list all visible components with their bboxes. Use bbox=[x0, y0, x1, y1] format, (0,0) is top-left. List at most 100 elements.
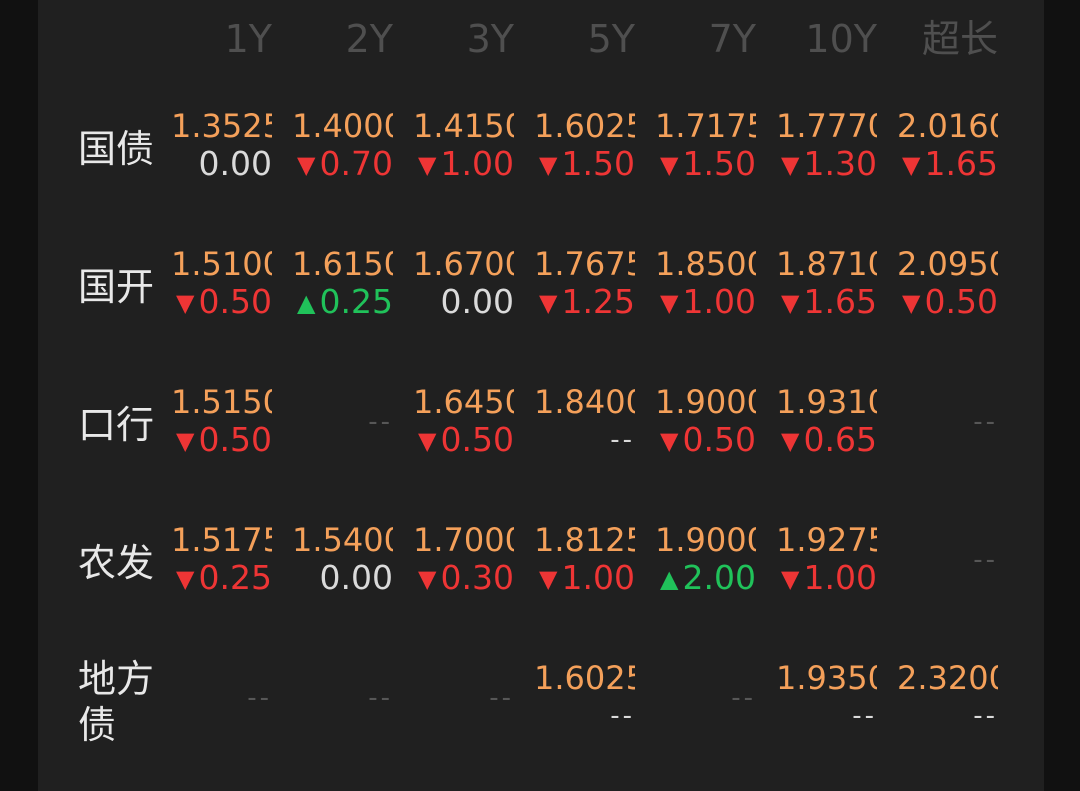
yield-change-value: 0.50 bbox=[440, 420, 514, 459]
row-label: 国债 bbox=[78, 127, 155, 171]
yield-cell[interactable]: 1.5100 ▼ 0.50 bbox=[171, 242, 272, 322]
row-label: 农发 bbox=[78, 541, 155, 585]
yield-change: ▼ 1.25 bbox=[534, 280, 635, 324]
yield-change-value: 0.70 bbox=[319, 144, 393, 183]
yield-cell[interactable]: -- bbox=[655, 656, 756, 736]
yield-change-value: 0.00 bbox=[440, 282, 514, 321]
yield-change-value: 2.00 bbox=[682, 558, 756, 597]
yield-cell[interactable]: 1.8125 ▼ 1.00 bbox=[534, 518, 635, 598]
yield-change: ▼ 0.70 bbox=[292, 142, 393, 186]
yield-cell[interactable]: 1.9310 ▼ 0.65 bbox=[776, 380, 877, 460]
triangle-down-icon: ▼ bbox=[539, 289, 558, 317]
column-header-3[interactable]: 3Y bbox=[394, 16, 514, 62]
yield-change-value: 0.50 bbox=[924, 282, 998, 321]
yield-change-value: 1.65 bbox=[924, 144, 998, 183]
yield-change-value: 0.50 bbox=[198, 420, 272, 459]
yield-change-value: 1.65 bbox=[803, 282, 877, 321]
yield-change: ▲ 2.00 bbox=[655, 556, 756, 600]
triangle-down-icon: ▼ bbox=[902, 289, 921, 317]
yield-change: 0.00 bbox=[292, 556, 393, 600]
triangle-down-icon: ▼ bbox=[418, 151, 437, 179]
yield-change-value: -- bbox=[852, 701, 877, 731]
yield-change: ▲ 0.25 bbox=[292, 280, 393, 324]
yield-cell[interactable]: 1.7175 ▼ 1.50 bbox=[655, 104, 756, 184]
yield-cell[interactable]: 1.7675 ▼ 1.25 bbox=[534, 242, 635, 322]
column-header-5[interactable]: 7Y bbox=[636, 16, 756, 62]
yield-cell[interactable]: 1.5400 0.00 bbox=[292, 518, 393, 598]
triangle-down-icon: ▼ bbox=[176, 427, 195, 455]
empty-placeholder: -- bbox=[368, 683, 393, 713]
yield-change: ▼ 1.50 bbox=[534, 142, 635, 186]
column-header-4[interactable]: 5Y bbox=[515, 16, 635, 62]
column-header-7[interactable]: 超长 bbox=[878, 16, 998, 62]
yield-change: ▼ 1.50 bbox=[655, 142, 756, 186]
triangle-up-icon: ▲ bbox=[297, 289, 316, 317]
yield-change: 0.00 bbox=[413, 280, 514, 324]
triangle-down-icon: ▼ bbox=[539, 565, 558, 593]
yield-cell[interactable]: -- bbox=[292, 656, 393, 736]
triangle-down-icon: ▼ bbox=[539, 151, 558, 179]
triangle-down-icon: ▼ bbox=[418, 427, 437, 455]
yield-change: ▼ 0.65 bbox=[776, 418, 877, 462]
yield-cell[interactable]: -- bbox=[171, 656, 272, 736]
yield-change-value: 1.00 bbox=[561, 558, 635, 597]
yield-cell[interactable]: 2.0160 ▼ 1.65 bbox=[897, 104, 998, 184]
yield-cell[interactable]: 1.6025 -- bbox=[534, 656, 635, 736]
yield-change: ▼ 0.50 bbox=[655, 418, 756, 462]
triangle-down-icon: ▼ bbox=[660, 151, 679, 179]
yield-cell[interactable]: 1.6025 ▼ 1.50 bbox=[534, 104, 635, 184]
yield-cell[interactable]: 2.3200 -- bbox=[897, 656, 998, 736]
yield-change-value: -- bbox=[973, 701, 998, 731]
yield-change-value: 0.00 bbox=[319, 558, 393, 597]
yield-cell[interactable]: 1.9000 ▼ 0.50 bbox=[655, 380, 756, 460]
yield-cell[interactable]: 1.5175 ▼ 0.25 bbox=[171, 518, 272, 598]
yield-change-value: 1.50 bbox=[682, 144, 756, 183]
triangle-down-icon: ▼ bbox=[297, 151, 316, 179]
triangle-down-icon: ▼ bbox=[902, 151, 921, 179]
yield-change: ▼ 0.50 bbox=[171, 418, 272, 462]
yield-change: ▼ 1.00 bbox=[534, 556, 635, 600]
yield-cell[interactable]: 1.7770 ▼ 1.30 bbox=[776, 104, 877, 184]
yield-change: -- bbox=[534, 694, 635, 738]
column-header-6[interactable]: 10Y bbox=[757, 16, 877, 62]
yield-change: ▼ 1.00 bbox=[655, 280, 756, 324]
yield-change-value: 0.25 bbox=[319, 282, 393, 321]
yield-change: ▼ 0.50 bbox=[171, 280, 272, 324]
yield-change-value: -- bbox=[610, 425, 635, 455]
triangle-down-icon: ▼ bbox=[781, 427, 800, 455]
triangle-down-icon: ▼ bbox=[660, 427, 679, 455]
yield-cell[interactable]: 1.7000 ▼ 0.30 bbox=[413, 518, 514, 598]
yield-change-value: 1.50 bbox=[561, 144, 635, 183]
yield-change: ▼ 1.00 bbox=[776, 556, 877, 600]
yield-cell[interactable]: -- bbox=[897, 380, 998, 460]
column-header-1[interactable]: 1Y bbox=[152, 16, 272, 62]
yield-cell[interactable]: 1.9000 ▲ 2.00 bbox=[655, 518, 756, 598]
yield-cell[interactable]: 1.9275 ▼ 1.00 bbox=[776, 518, 877, 598]
yield-change: -- bbox=[897, 694, 998, 738]
yield-cell[interactable]: 1.6150 ▲ 0.25 bbox=[292, 242, 393, 322]
yield-change-value: 0.50 bbox=[198, 282, 272, 321]
yield-cell[interactable]: -- bbox=[897, 518, 998, 598]
yield-cell[interactable]: 1.8500 ▼ 1.00 bbox=[655, 242, 756, 322]
yield-cell[interactable]: 1.8710 ▼ 1.65 bbox=[776, 242, 877, 322]
yield-cell[interactable]: 1.4000 ▼ 0.70 bbox=[292, 104, 393, 184]
yield-cell[interactable]: 1.6700 0.00 bbox=[413, 242, 514, 322]
yield-cell[interactable]: 1.8400 -- bbox=[534, 380, 635, 460]
yield-cell[interactable]: 1.3525 0.00 bbox=[171, 104, 272, 184]
yield-change-value: 1.30 bbox=[803, 144, 877, 183]
empty-placeholder: -- bbox=[368, 407, 393, 437]
column-header-2[interactable]: 2Y bbox=[273, 16, 393, 62]
yield-cell[interactable]: 2.0950 ▼ 0.50 bbox=[897, 242, 998, 322]
empty-placeholder: -- bbox=[731, 683, 756, 713]
yield-change-value: 0.25 bbox=[198, 558, 272, 597]
yield-cell[interactable]: 1.4150 ▼ 1.00 bbox=[413, 104, 514, 184]
yield-change-value: 1.00 bbox=[440, 144, 514, 183]
yield-cell[interactable]: -- bbox=[413, 656, 514, 736]
yield-cell[interactable]: 1.5150 ▼ 0.50 bbox=[171, 380, 272, 460]
yield-change: 0.00 bbox=[171, 142, 272, 186]
yield-change: ▼ 0.30 bbox=[413, 556, 514, 600]
yield-cell[interactable]: 1.9350 -- bbox=[776, 656, 877, 736]
triangle-down-icon: ▼ bbox=[660, 289, 679, 317]
yield-cell[interactable]: -- bbox=[292, 380, 393, 460]
yield-cell[interactable]: 1.6450 ▼ 0.50 bbox=[413, 380, 514, 460]
